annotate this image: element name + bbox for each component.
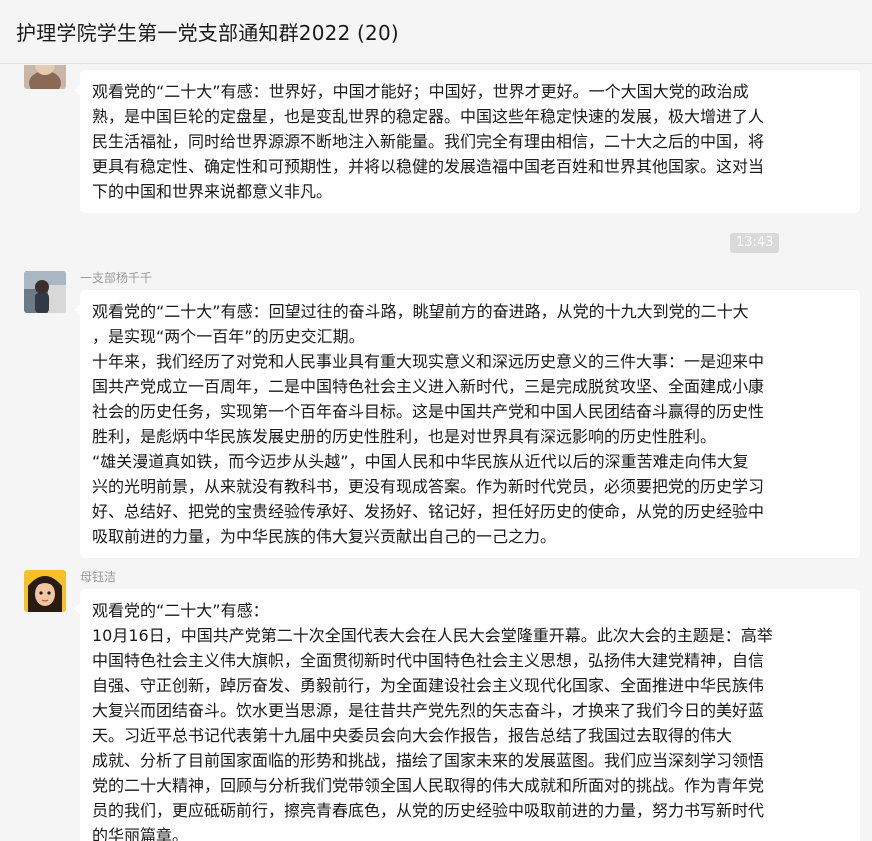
message-text-line: 熟，是中国巨轮的定盘星，也是变乱世界的稳定器。中国这些年稳定快速的发展，极大增进… xyxy=(92,107,765,126)
message-text-line: 民生活福祉，同时给世界源源不断地注入新能量。我们完全有理由相信，二十大之后的中国… xyxy=(92,132,765,151)
message-text-line: 好、总结好、把党的宝贵经验传承好、发扬好、铭记好，担任好历史的使命，从党的历史经… xyxy=(92,502,765,521)
message-text-line: 社会的历史任务，实现第一个百年奋斗目标。这是中国共产党和中国人民团结奋斗赢得的历… xyxy=(92,402,765,421)
message-bubble[interactable]: 观看党的“二十大”有感：世界好，中国才能好；中国好，世界才更好。一个大国大党的政… xyxy=(74,70,860,213)
message-text-line: 兴的光明前景，从来就没有教科书，更没有现成答案。作为新时代党员，必须要把党的历史… xyxy=(92,477,765,496)
message-text-line: 大复兴而团结奋斗。饮水更当思源，是往昔共产党先烈的矢志奋斗，才换来了我们今日的美… xyxy=(92,701,765,720)
message-text-line: 10月16日，中国共产党第二十次全国代表大会在人民大会堂隆重开幕。此次大会的主题… xyxy=(92,626,773,645)
message-text-line: 十年来，我们经历了对党和人民事业具有重大现实意义和深远历史意义的三件大事：一是迎… xyxy=(92,352,765,371)
avatar-photo-icon xyxy=(24,271,66,313)
message-text-line: 员的我们，更应砥砺前行，擦亮青春底色，从党的历史经验中吸取前进的力量，努力书写新… xyxy=(92,801,765,820)
user-avatar[interactable] xyxy=(24,271,66,313)
sender-name: 一支部杨千千 xyxy=(80,271,153,285)
avatar-photo-icon xyxy=(24,65,66,89)
message-text-line: 天。习近平总书记代表第十九届中央委员会向大会作报告，报告总结了我国过去取得的伟大 xyxy=(92,726,733,745)
user-avatar[interactable] xyxy=(24,65,66,89)
avatar-cartoon-icon xyxy=(24,570,66,612)
chat-title: 护理学院学生第一党支部通知群2022 (20) xyxy=(16,21,399,45)
message-text-line: 自强、守正创新，踔厉奋发、勇毅前行，为全面建设社会主义现代化国家、全面推进中华民… xyxy=(92,676,765,695)
message-text-line: ，是实现“两个一百年”的历史交汇期。 xyxy=(92,327,365,346)
message-bubble[interactable]: 观看党的“二十大”有感：回望过往的奋斗路，眺望前方的奋进路，从党的十九大到党的二… xyxy=(74,290,860,558)
message-text-line: 观看党的“二十大”有感：世界好，中国才能好；中国好，世界才更好。一个大国大党的政… xyxy=(92,82,749,101)
message-text-line: 更具有稳定性、确定性和可预期性，并将以稳健的发展造福中国老百姓和世界其他国家。这… xyxy=(92,157,765,176)
message-text-line: 成就、分析了目前国家面临的形势和挑战，描绘了国家未来的发展蓝图。我们应当深刻学习… xyxy=(92,751,765,770)
message-text-line: 中国特色社会主义伟大旗帜，全面贯彻新时代中国特色社会主义思想，弘扬伟大建党精神，… xyxy=(92,651,765,670)
message-text-line: 党的二十大精神，回顾与分析我们党带领全国人民取得的伟大成就和所面对的挑战。作为青… xyxy=(92,776,765,795)
user-avatar[interactable] xyxy=(24,570,66,612)
message-text-line: 国共产党成立一百周年，二是中国特色社会主义进入新时代，三是完成脱贫攻坚、全面建成… xyxy=(92,377,765,396)
message-bubble[interactable]: 观看党的“二十大”有感： 10月16日，中国共产党第二十次全国代表大会在人民大会… xyxy=(74,589,860,841)
message-text-line: 下的中国和世界来说都意义非凡。 xyxy=(92,182,333,201)
message-text-line: 吸取前进的力量，为中华民族的伟大复兴贡献出自己的一己之力。 xyxy=(92,527,557,546)
timestamp: 13:43 xyxy=(730,233,780,253)
message-text-line: 的华丽篇章。 xyxy=(92,826,189,841)
message-list[interactable]: 观看党的“二十大”有感：世界好，中国才能好；中国好，世界才更好。一个大国大党的政… xyxy=(0,65,872,841)
message-text-line: 观看党的“二十大”有感： xyxy=(92,601,269,620)
message-text-line: 胜利，是彪炳中华民族发展史册的历史性胜利，也是对世界具有深远影响的历史性胜利。 xyxy=(92,427,717,446)
message-text-line: 观看党的“二十大”有感：回望过往的奋斗路，眺望前方的奋进路，从党的十九大到党的二… xyxy=(92,302,749,321)
message-text-line: “雄关漫道真如铁，而今迈步从头越”，中国人民和中华民族从近代以后的深重苦难走向伟… xyxy=(92,452,749,471)
chat-header: 护理学院学生第一党支部通知群2022 (20) xyxy=(0,0,872,64)
sender-name: 母钰洁 xyxy=(80,570,117,584)
